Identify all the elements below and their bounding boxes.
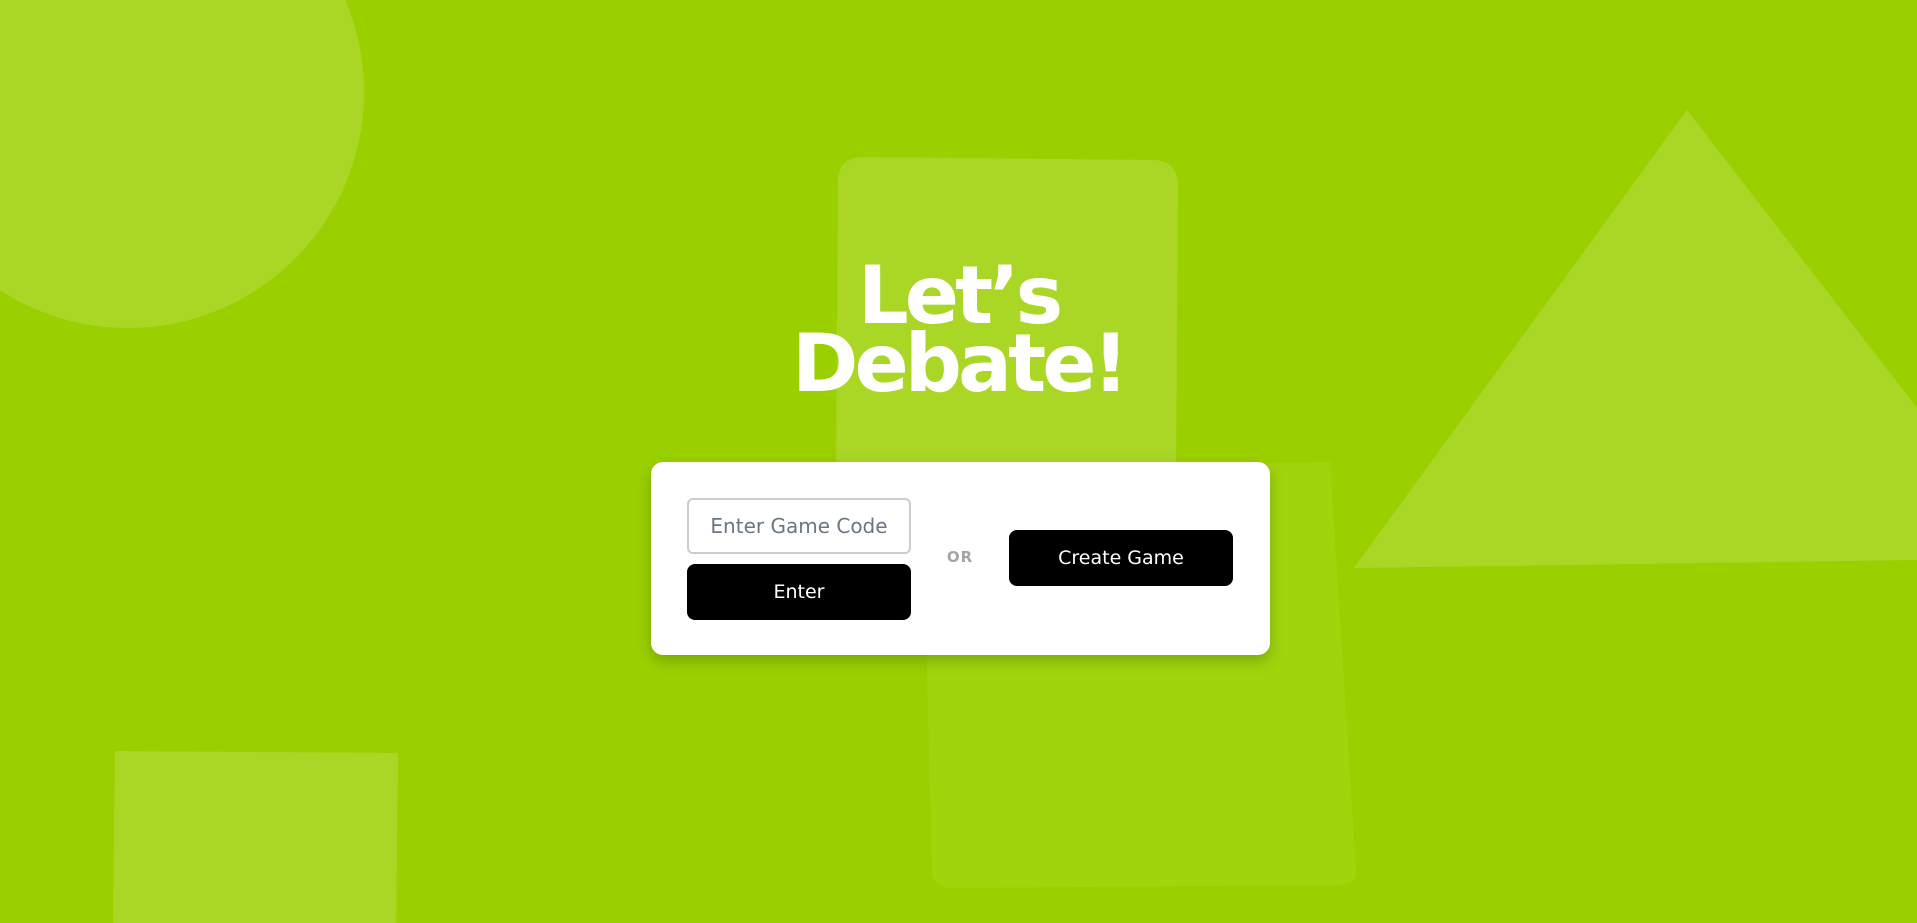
page-title: Let’s Debate! [0,256,1917,410]
game-code-input[interactable] [687,498,911,554]
title-line-2: Debate! [792,317,1129,410]
or-divider-label: OR [946,548,974,566]
game-entry-card: Enter OR Create Game [651,462,1270,655]
main-content: Let’s Debate! Enter OR Create Game [0,0,1917,923]
create-game-button[interactable]: Create Game [1009,530,1233,586]
enter-button[interactable]: Enter [687,564,911,620]
